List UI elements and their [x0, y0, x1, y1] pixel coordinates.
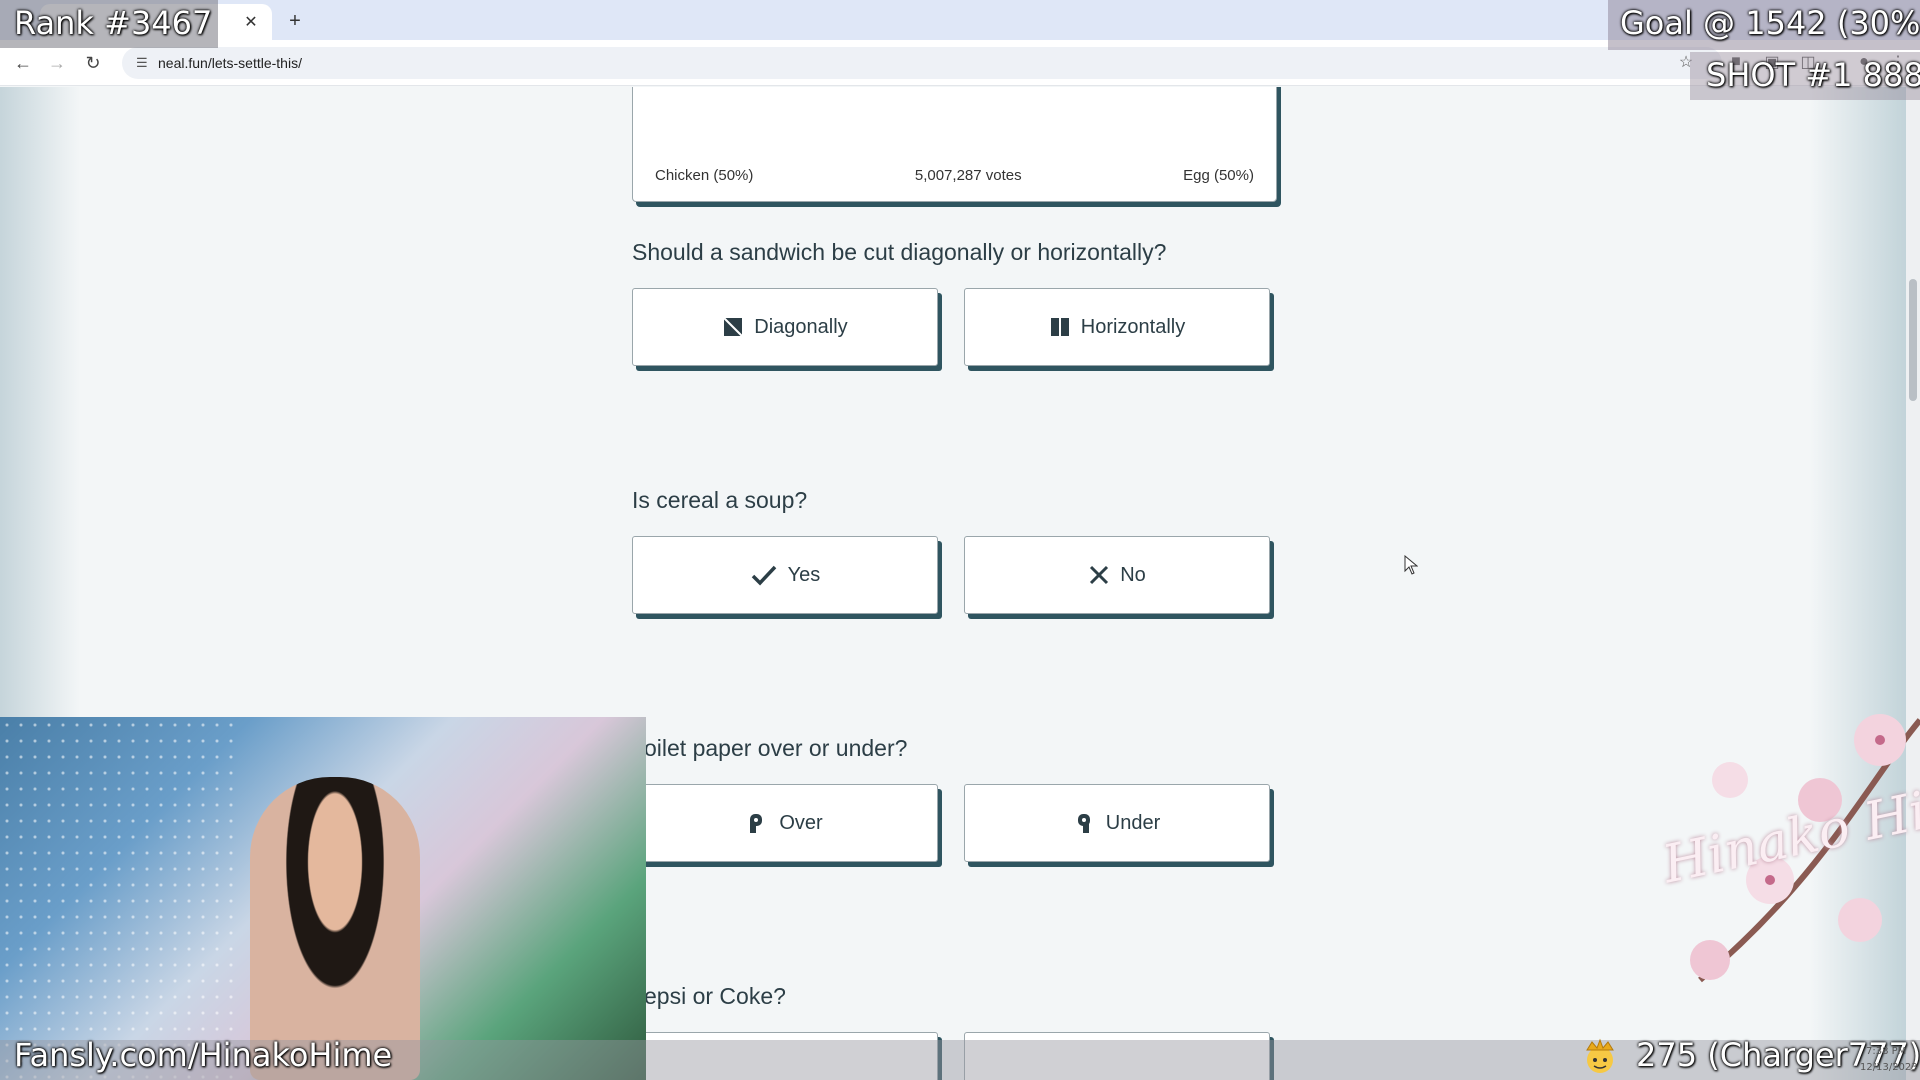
- goal-text: Goal @ 1542 (30%): [1620, 4, 1920, 42]
- result-votes-label: 5,007,287 votes: [914, 167, 1022, 184]
- streamer-image: [250, 777, 420, 1080]
- toilet-paper-over-icon: [747, 812, 769, 834]
- under-button[interactable]: Under: [964, 784, 1270, 862]
- crown-emoji-icon: [1586, 1038, 1614, 1073]
- forward-arrow-icon[interactable]: →: [44, 50, 70, 76]
- previous-result-card: Chicken (50%) 5,007,287 votes Egg (50%): [632, 87, 1277, 207]
- left-decoration: [0, 87, 80, 727]
- x-icon: [1088, 564, 1110, 586]
- scrollbar-thumb[interactable]: [1909, 279, 1917, 401]
- webcam-video: [0, 717, 646, 1080]
- new-tab-button[interactable]: +: [282, 8, 308, 34]
- close-tab-icon[interactable]: ✕: [242, 13, 260, 31]
- diagonally-label: Diagonally: [754, 315, 848, 338]
- over-label: Over: [779, 811, 823, 834]
- address-bar[interactable]: ☰ neal.fun/lets-settle-this/: [122, 47, 1722, 79]
- result-left-label: Chicken (50%): [655, 167, 754, 184]
- toilet-paper-under-icon: [1074, 812, 1096, 834]
- horizontally-button[interactable]: Horizontally: [964, 288, 1270, 366]
- split-square-icon: [1049, 316, 1071, 338]
- question-toilet-paper: oilet paper over or under?: [644, 735, 908, 761]
- date-text: 12/13/2023: [1860, 1062, 1918, 1073]
- result-right-label: Egg (50%): [1183, 167, 1254, 184]
- question-pepsi-coke: epsi or Coke?: [644, 983, 786, 1009]
- no-button[interactable]: No: [964, 536, 1270, 614]
- result-card: Chicken (50%) 5,007,287 votes Egg (50%): [632, 87, 1277, 202]
- horizontally-label: Horizontally: [1080, 315, 1186, 338]
- no-label: No: [1120, 563, 1146, 586]
- shot-text: SHOT #1 888: [1706, 56, 1920, 94]
- diagonally-button[interactable]: Diagonally: [632, 288, 938, 366]
- yes-label: Yes: [787, 563, 821, 586]
- question-cereal: Is cereal a soup?: [632, 487, 808, 513]
- clock-text: 7:38 PM: [1866, 1046, 1907, 1057]
- yes-button[interactable]: Yes: [632, 536, 938, 614]
- fansly-text: Fansly.com/HinakoHime: [14, 1036, 393, 1074]
- rank-text: Rank #3467: [14, 4, 213, 42]
- check-icon: [750, 564, 778, 586]
- over-button[interactable]: Over: [632, 784, 938, 862]
- reload-icon[interactable]: ↻: [80, 50, 106, 76]
- diagonal-square-icon: [722, 316, 744, 338]
- url-text: neal.fun/lets-settle-this/: [158, 55, 302, 71]
- back-arrow-icon[interactable]: ←: [10, 50, 36, 76]
- question-sandwich: Should a sandwich be cut diagonally or h…: [632, 239, 1167, 265]
- mouse-cursor-icon: [1404, 555, 1418, 575]
- under-label: Under: [1105, 811, 1161, 834]
- site-settings-icon[interactable]: ☰: [136, 55, 158, 71]
- result-row: Chicken (50%) 5,007,287 votes Egg (50%): [655, 167, 1254, 184]
